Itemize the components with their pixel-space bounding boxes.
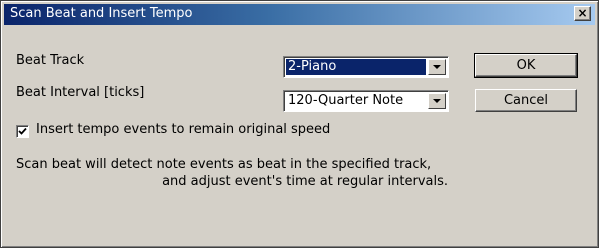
beat-interval-select[interactable]: 120-Quarter Note xyxy=(283,90,449,112)
window-title: Scan Beat and Insert Tempo xyxy=(10,6,193,21)
title-bar[interactable]: Scan Beat and Insert Tempo × xyxy=(4,4,595,25)
beat-track-label: Beat Track xyxy=(16,53,85,68)
insert-tempo-checkbox[interactable] xyxy=(16,125,29,138)
beat-track-dropdown-button[interactable] xyxy=(428,59,446,75)
ok-button[interactable]: OK xyxy=(474,53,578,78)
beat-interval-dropdown-button[interactable] xyxy=(428,93,446,109)
chevron-down-icon xyxy=(433,99,441,103)
cancel-button[interactable]: Cancel xyxy=(475,89,577,112)
chevron-down-icon xyxy=(433,65,441,69)
beat-track-value: 2-Piano xyxy=(286,59,426,75)
close-button[interactable]: × xyxy=(574,6,591,21)
scan-beat-dialog: Scan Beat and Insert Tempo × Beat Track … xyxy=(0,0,599,248)
beat-interval-label: Beat Interval [ticks] xyxy=(16,85,145,100)
beat-track-select[interactable]: 2-Piano xyxy=(283,56,449,78)
beat-interval-value: 120-Quarter Note xyxy=(288,93,404,108)
checkmark-icon xyxy=(18,127,27,135)
description-line-2: and adjust event's time at regular inter… xyxy=(162,174,448,189)
insert-tempo-label[interactable]: Insert tempo events to remain original s… xyxy=(36,122,330,137)
close-icon: × xyxy=(577,6,588,20)
description-line-1: Scan beat will detect note events as bea… xyxy=(16,157,432,172)
